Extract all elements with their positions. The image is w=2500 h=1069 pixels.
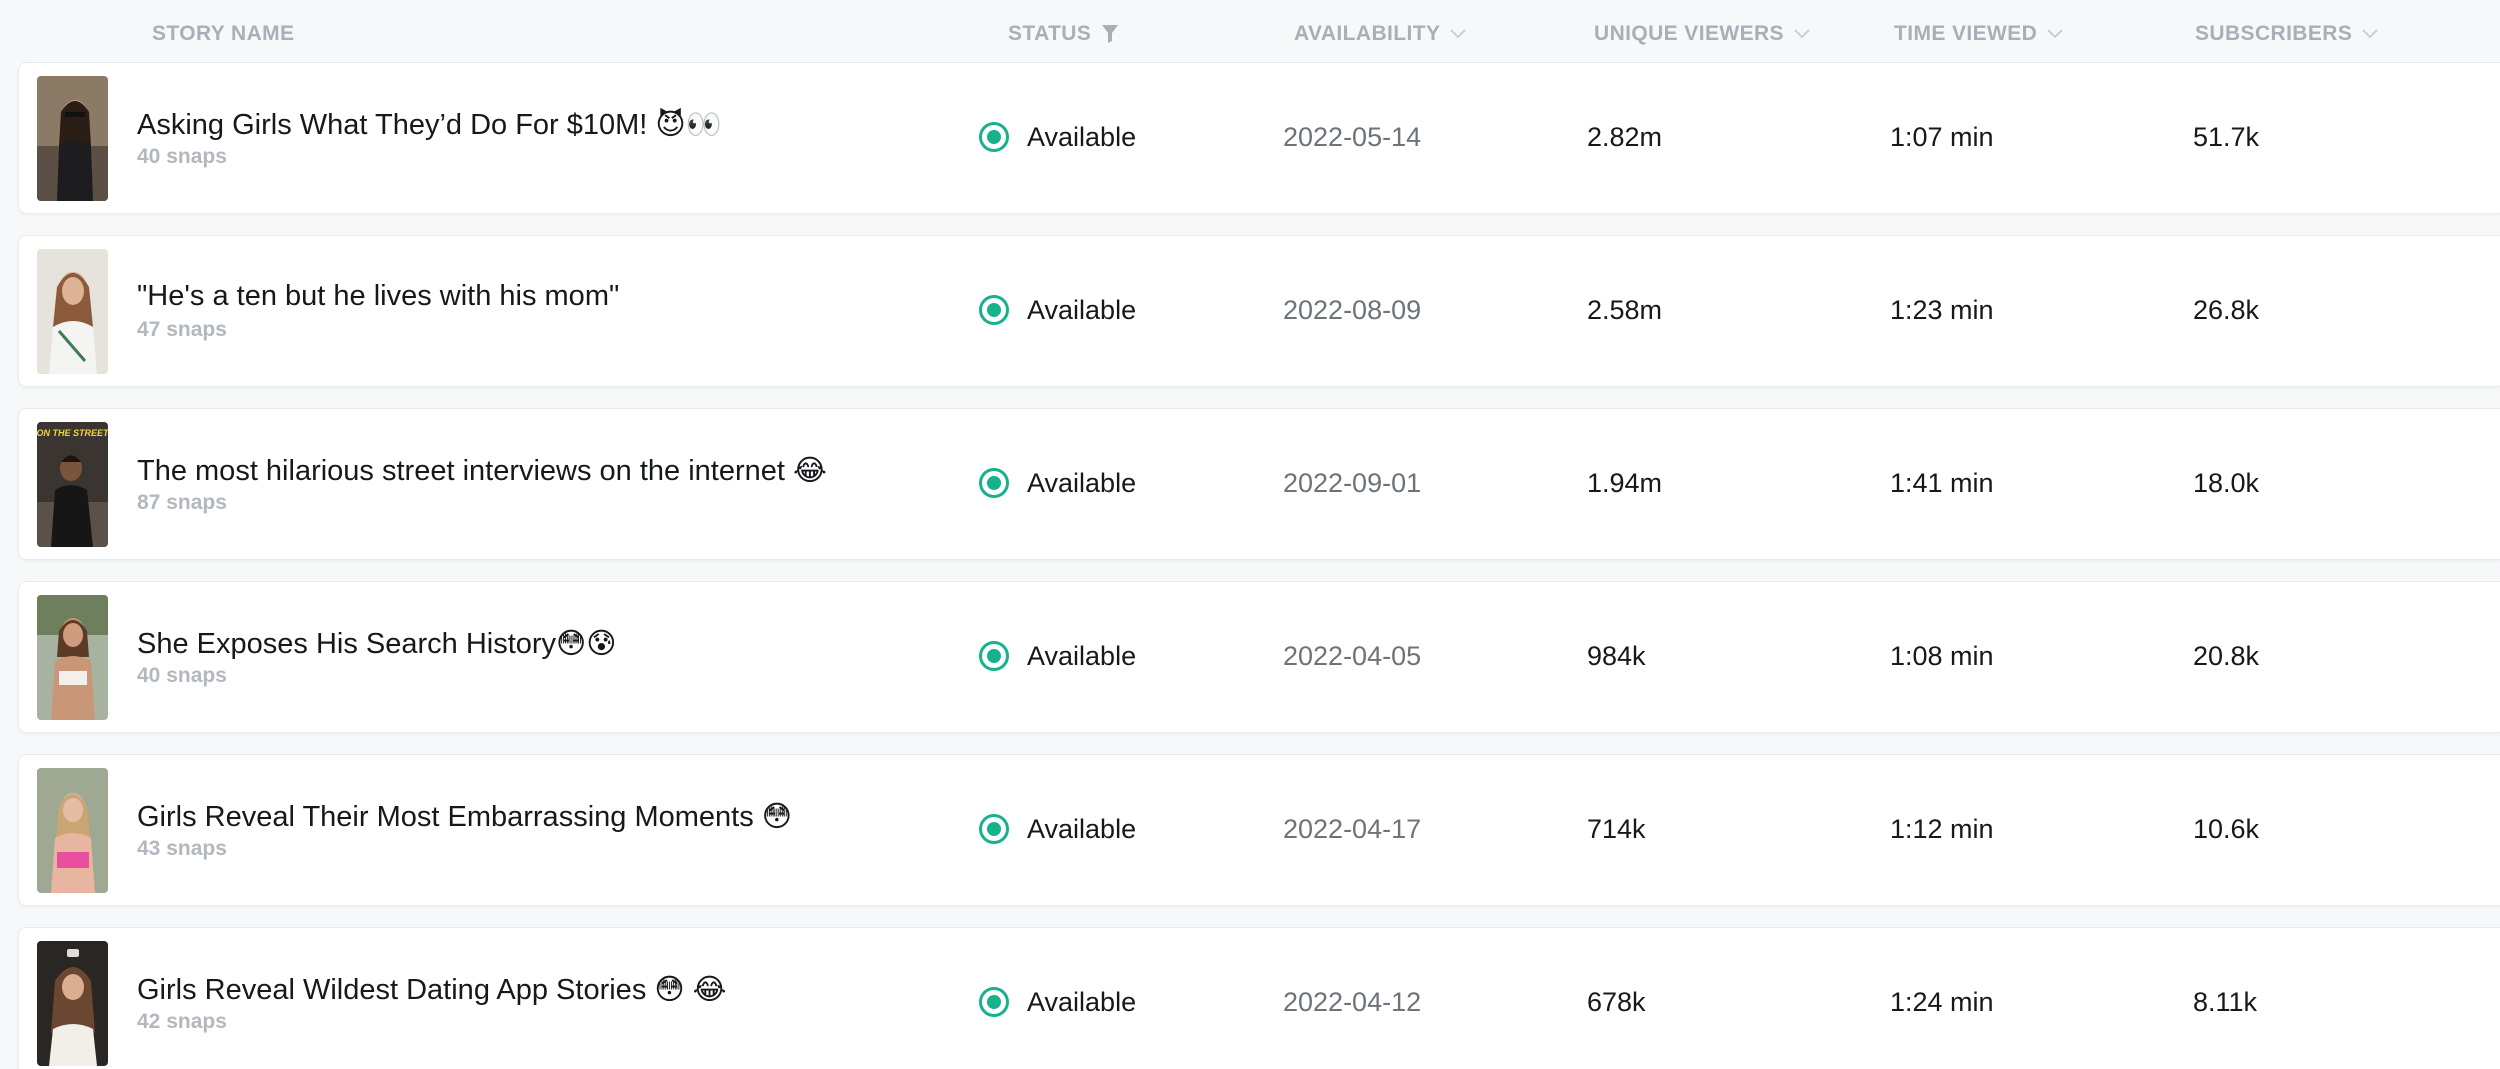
filter-icon[interactable]	[1101, 24, 1119, 44]
availability-date: 2022-05-14	[1283, 122, 1422, 152]
story-thumbnail	[37, 76, 108, 201]
story-thumbnail	[37, 941, 108, 1066]
thumbnail-caption: ON THE STREET	[37, 428, 108, 438]
story-thumbnail	[37, 249, 108, 374]
chevron-down-icon[interactable]	[1794, 29, 1810, 39]
snap-count: 87 snaps	[137, 491, 227, 514]
status-cell: Available	[979, 639, 1136, 673]
column-header-unique-viewers[interactable]: UNIQUE VIEWERS	[1594, 21, 1810, 47]
availability-date: 2022-09-01	[1283, 468, 1422, 498]
status-cell: Available	[979, 293, 1136, 327]
chevron-down-icon[interactable]	[2047, 29, 2063, 39]
stories-table: STORY NAME STATUS AVAILABILITY UNIQUE VI…	[0, 0, 2500, 1069]
unique-viewers-value: 714k	[1587, 814, 1646, 844]
status-available-icon	[979, 814, 1009, 844]
status-available-icon	[979, 641, 1009, 671]
table-row[interactable]: Girls Reveal Wildest Dating App Stories …	[18, 927, 2500, 1069]
status-cell: Available	[979, 812, 1136, 846]
subscribers-value: 51.7k	[2193, 122, 2260, 152]
snap-count: 40 snaps	[137, 664, 227, 687]
unique-viewers-value: 1.94m	[1587, 468, 1663, 498]
story-name[interactable]: Asking Girls What They’d Do For $10M! 😈👀	[137, 107, 722, 142]
status-label: Available	[1027, 813, 1137, 844]
story-name[interactable]: "He's a ten but he lives with his mom"	[137, 280, 619, 313]
snap-count: 47 snaps	[137, 318, 227, 341]
snap-count: 40 snaps	[137, 145, 227, 168]
snap-count: 42 snaps	[137, 1010, 227, 1033]
unique-viewers-value: 984k	[1587, 641, 1646, 671]
status-cell: Available	[979, 120, 1136, 154]
story-name[interactable]: Girls Reveal Wildest Dating App Stories …	[137, 972, 727, 1007]
unique-viewers-value: 2.82m	[1587, 122, 1663, 152]
status-label: Available	[1027, 294, 1137, 325]
column-header-status[interactable]: STATUS	[1008, 21, 1119, 47]
time-viewed-value: 1:23 min	[1890, 295, 1994, 325]
status-cell: Available	[979, 985, 1136, 1019]
story-name[interactable]: Girls Reveal Their Most Embarrassing Mom…	[137, 799, 792, 834]
availability-date: 2022-04-17	[1283, 814, 1422, 844]
time-viewed-value: 1:24 min	[1890, 987, 1994, 1017]
time-viewed-value: 1:08 min	[1890, 641, 1994, 671]
table-row[interactable]: Asking Girls What They’d Do For $10M! 😈👀…	[18, 62, 2500, 214]
availability-date: 2022-04-12	[1283, 987, 1422, 1017]
table-row[interactable]: ON THE STREET The most hilarious street …	[18, 408, 2500, 560]
story-name[interactable]: She Exposes His Search History😳😰	[137, 626, 617, 661]
snap-count: 43 snaps	[137, 837, 227, 860]
unique-viewers-value: 678k	[1587, 987, 1646, 1017]
subscribers-value: 26.8k	[2193, 295, 2260, 325]
chevron-down-icon[interactable]	[2362, 29, 2378, 39]
subscribers-value: 20.8k	[2193, 641, 2260, 671]
table-row[interactable]: Girls Reveal Their Most Embarrassing Mom…	[18, 754, 2500, 906]
time-viewed-value: 1:07 min	[1890, 122, 1994, 152]
subscribers-value: 10.6k	[2193, 814, 2260, 844]
availability-date: 2022-04-05	[1283, 641, 1422, 671]
column-header-story-name[interactable]: STORY NAME	[152, 21, 294, 47]
status-label: Available	[1027, 640, 1137, 671]
story-thumbnail: ON THE STREET	[37, 422, 108, 547]
status-label: Available	[1027, 986, 1137, 1017]
story-name[interactable]: The most hilarious street interviews on …	[137, 453, 827, 488]
unique-viewers-value: 2.58m	[1587, 295, 1663, 325]
subscribers-value: 18.0k	[2193, 468, 2260, 498]
story-thumbnail	[37, 595, 108, 720]
chevron-down-icon[interactable]	[1450, 29, 1466, 39]
status-cell: Available	[979, 466, 1136, 500]
time-viewed-value: 1:12 min	[1890, 814, 1994, 844]
status-available-icon	[979, 122, 1009, 152]
availability-date: 2022-08-09	[1283, 295, 1422, 325]
column-header-availability[interactable]: AVAILABILITY	[1294, 21, 1466, 47]
table-header: STORY NAME STATUS AVAILABILITY UNIQUE VI…	[0, 0, 2500, 62]
subscribers-value: 8.11k	[2193, 987, 2258, 1017]
column-header-time-viewed[interactable]: TIME VIEWED	[1894, 21, 2063, 47]
table-row[interactable]: She Exposes His Search History😳😰 40 snap…	[18, 581, 2500, 733]
status-available-icon	[979, 295, 1009, 325]
status-available-icon	[979, 468, 1009, 498]
story-thumbnail	[37, 768, 108, 893]
table-row[interactable]: "He's a ten but he lives with his mom" 4…	[18, 235, 2500, 387]
time-viewed-value: 1:41 min	[1890, 468, 1994, 498]
status-label: Available	[1027, 467, 1137, 498]
column-header-subscribers[interactable]: SUBSCRIBERS	[2195, 21, 2378, 47]
status-label: Available	[1027, 121, 1137, 152]
status-available-icon	[979, 987, 1009, 1017]
